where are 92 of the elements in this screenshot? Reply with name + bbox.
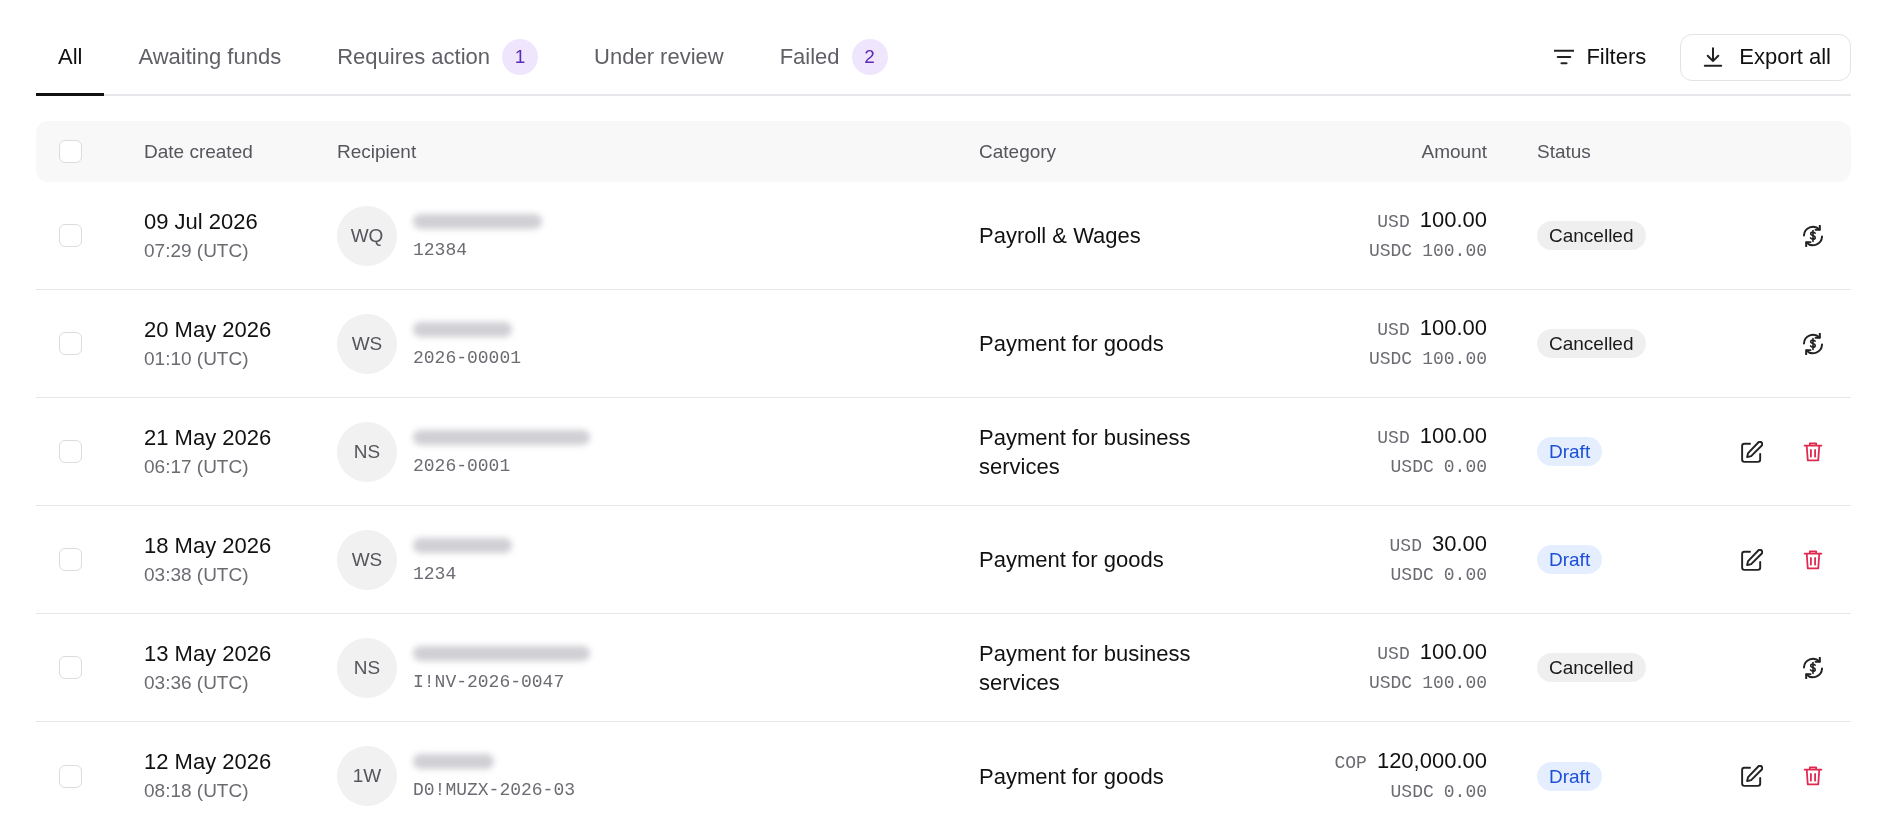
currency-code: USDC (1368, 240, 1413, 263)
settled-amount: 0.00 (1443, 780, 1487, 804)
date-text: 09 Jul 2026 (144, 207, 258, 236)
amount-value: 120,000.00 (1376, 746, 1487, 775)
download-icon (1703, 47, 1724, 67)
time-text: 03:36 (UTC) (144, 670, 249, 695)
avatar: WQ (337, 205, 397, 266)
checkbox[interactable] (59, 764, 82, 788)
checkbox[interactable] (59, 440, 82, 463)
reference-number: 12384 (413, 238, 467, 262)
column-header: Amount (1421, 140, 1487, 162)
currency-code: USDC (1390, 780, 1434, 804)
reference-number: D0!MUZX-2026-03 (413, 779, 576, 802)
date-text: 18 May 2026 (144, 531, 272, 560)
column-header: Date created (144, 140, 253, 162)
category-text: Payment for goods (979, 546, 1165, 574)
tab[interactable]: Requires action 1 (315, 20, 561, 96)
category-text: Payment for goods (979, 330, 1165, 358)
currency-code: USDC (1368, 348, 1413, 371)
reference-number: I!NV-2026-0047 (413, 670, 565, 694)
status-badge: Draft (1537, 437, 1603, 466)
time-text: 08:18 (UTC) (144, 779, 249, 803)
time-text: 01:10 (UTC) (144, 346, 249, 371)
currency-code: COP (1334, 751, 1367, 775)
settled-amount: 0.00 (1443, 456, 1487, 479)
reference-number: 2026-0001 (413, 454, 511, 478)
category-text: Payment for goods (979, 762, 1165, 791)
avatar: 1W (337, 746, 397, 806)
checkbox[interactable] (59, 140, 82, 163)
status-badge: Cancelled (1537, 221, 1646, 250)
currency-code: USD (1377, 643, 1410, 666)
currency-code: USD (1377, 427, 1410, 450)
currency-code: USD (1377, 319, 1410, 342)
avatar: WS (337, 313, 397, 374)
date-text: 20 May 2026 (144, 315, 272, 344)
export-button[interactable]: Export all (1680, 33, 1851, 81)
column-header: Category (979, 140, 1057, 162)
amount-value: 100.00 (1419, 422, 1487, 450)
avatar: NS (337, 637, 397, 698)
date-text: 13 May 2026 (144, 639, 272, 668)
currency-code: USDC (1390, 456, 1434, 479)
checkbox[interactable] (59, 224, 82, 247)
reference-number: 2026-00001 (413, 346, 522, 370)
column-header: Recipient (337, 140, 417, 162)
settled-amount: 100.00 (1422, 240, 1487, 263)
tab[interactable]: All (36, 20, 105, 96)
edit-icon[interactable] (1741, 765, 1763, 787)
currency-code: USD (1377, 211, 1410, 234)
column-header: Status (1537, 140, 1591, 162)
checkbox[interactable] (59, 332, 82, 355)
count-badge: 1 (502, 38, 539, 75)
amount-value: 100.00 (1419, 638, 1487, 666)
category-text: Payment for business services (979, 639, 1192, 697)
currency-code: USDC (1368, 672, 1413, 695)
checkbox[interactable] (59, 656, 82, 679)
avatar: NS (337, 421, 397, 482)
edit-icon[interactable] (1741, 440, 1763, 463)
trash-icon[interactable] (1802, 548, 1824, 571)
settled-amount: 0.00 (1443, 564, 1487, 587)
category-text: Payroll & Wages (979, 222, 1142, 250)
time-text: 06:17 (UTC) (144, 454, 249, 479)
trash-icon[interactable] (1802, 440, 1824, 463)
time-text: 03:38 (UTC) (144, 562, 249, 587)
dollar-cycle-icon[interactable] (1802, 656, 1824, 679)
filters-button[interactable]: Filters (1544, 36, 1657, 78)
checkbox[interactable] (59, 548, 82, 571)
date-text: 21 May 2026 (144, 423, 272, 452)
dollar-cycle-icon[interactable] (1802, 332, 1824, 355)
avatar: WS (337, 529, 397, 590)
amount-value: 100.00 (1419, 206, 1487, 234)
tab[interactable]: Under review (572, 20, 746, 96)
reference-number: 1234 (413, 562, 457, 586)
status-badge: Cancelled (1537, 653, 1646, 682)
status-badge: Draft (1537, 545, 1603, 574)
status-badge: Cancelled (1537, 329, 1646, 358)
filter-icon (1554, 47, 1575, 67)
currency-code: USDC (1390, 564, 1434, 587)
settled-amount: 100.00 (1422, 348, 1487, 371)
tab[interactable]: Awaiting funds (116, 20, 304, 96)
trash-icon[interactable] (1802, 765, 1824, 787)
currency-code: USD (1389, 535, 1422, 558)
amount-value: 30.00 (1431, 530, 1487, 558)
tab[interactable]: Failed 2 (757, 20, 910, 96)
dollar-cycle-icon[interactable] (1802, 224, 1824, 247)
amount-value: 100.00 (1419, 314, 1487, 342)
settled-amount: 100.00 (1422, 672, 1487, 695)
category-text: Payment for business services (979, 423, 1192, 481)
time-text: 07:29 (UTC) (144, 238, 249, 263)
edit-icon[interactable] (1741, 548, 1763, 571)
status-badge: Draft (1537, 761, 1603, 791)
date-text: 12 May 2026 (144, 748, 272, 776)
count-badge: 2 (851, 38, 888, 75)
